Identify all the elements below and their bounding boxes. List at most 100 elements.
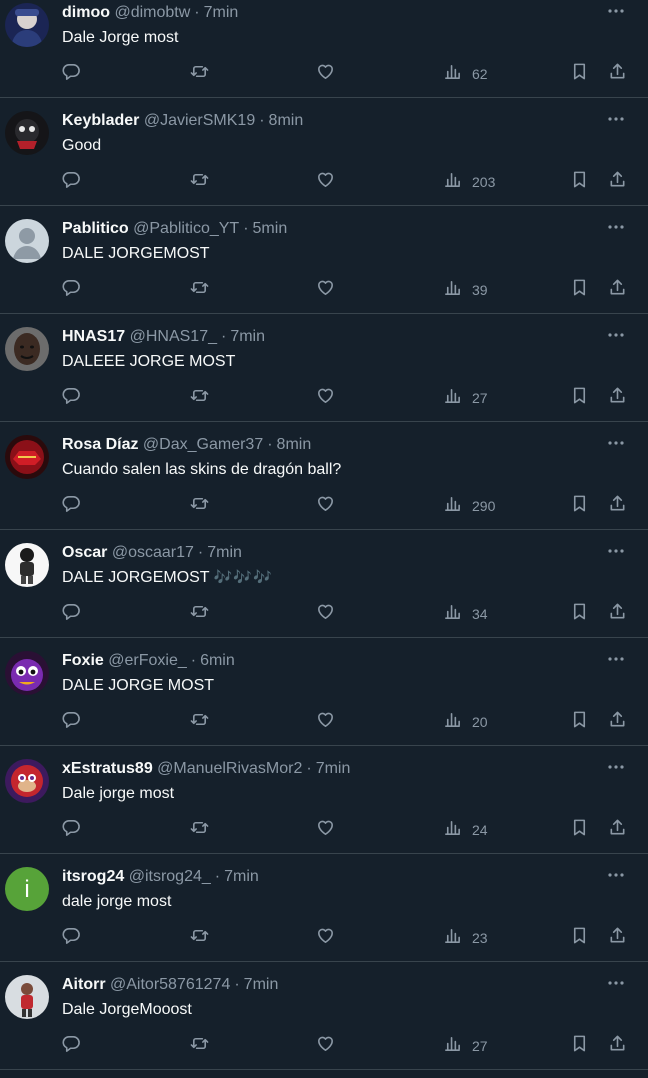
more-options-button[interactable]: [606, 867, 626, 887]
retweet-button[interactable]: [190, 820, 209, 840]
avatar[interactable]: [5, 651, 49, 695]
share-button[interactable]: [608, 603, 627, 624]
retweet-button[interactable]: [190, 712, 209, 732]
bookmark-button[interactable]: [570, 63, 589, 84]
user-handle[interactable]: @Pablitico_YT: [133, 220, 239, 237]
avatar[interactable]: [5, 543, 49, 587]
timestamp[interactable]: 6min: [200, 652, 235, 669]
like-button[interactable]: [316, 496, 335, 516]
tweet[interactable]: i itsrog24 @itsrog24_ · 7min dale jorge most…: [0, 854, 648, 962]
retweet-button[interactable]: [190, 496, 209, 516]
timestamp[interactable]: 5min: [253, 220, 288, 237]
display-name[interactable]: Aitorr: [62, 976, 106, 993]
timestamp[interactable]: 7min: [207, 544, 242, 561]
timestamp[interactable]: 7min: [224, 868, 259, 885]
more-options-button[interactable]: [606, 327, 626, 347]
avatar[interactable]: [5, 327, 49, 371]
more-options-button[interactable]: [606, 111, 626, 131]
display-name[interactable]: Pablitico: [62, 220, 129, 237]
retweet-button[interactable]: [190, 604, 209, 624]
reply-button[interactable]: [62, 280, 81, 300]
bookmark-button[interactable]: [570, 1035, 589, 1056]
user-handle[interactable]: @HNAS17_: [130, 328, 217, 345]
retweet-button[interactable]: [190, 280, 209, 300]
like-button[interactable]: [316, 1036, 335, 1056]
share-button[interactable]: [608, 819, 627, 840]
tweet[interactable]: Pablitico @Pablitico_YT · 5min DALE JORGEMO…: [0, 206, 648, 314]
bookmark-button[interactable]: [570, 171, 589, 192]
retweet-button[interactable]: [190, 64, 209, 84]
timestamp[interactable]: 8min: [277, 436, 312, 453]
views-button[interactable]: 20: [443, 712, 488, 732]
bookmark-button[interactable]: [570, 279, 589, 300]
timestamp[interactable]: 8min: [269, 112, 304, 129]
views-button[interactable]: 203: [443, 172, 495, 192]
more-options-button[interactable]: [606, 435, 626, 455]
timestamp[interactable]: 7min: [204, 4, 239, 21]
user-handle[interactable]: @erFoxie_: [108, 652, 187, 669]
share-button[interactable]: [608, 387, 627, 408]
display-name[interactable]: itsrog24: [62, 868, 124, 885]
reply-button[interactable]: [62, 496, 81, 516]
retweet-button[interactable]: [190, 928, 209, 948]
retweet-button[interactable]: [190, 1036, 209, 1056]
more-options-button[interactable]: [606, 543, 626, 563]
bookmark-button[interactable]: [570, 387, 589, 408]
avatar[interactable]: [5, 759, 49, 803]
reply-button[interactable]: [62, 172, 81, 192]
tweet[interactable]: Keyblader @JavierSMK19 · 8min Good 203: [0, 98, 648, 206]
user-handle[interactable]: @Dax_Gamer37: [143, 436, 263, 453]
bookmark-button[interactable]: [570, 603, 589, 624]
views-button[interactable]: 62: [443, 64, 488, 84]
reply-button[interactable]: [62, 1036, 81, 1056]
reply-button[interactable]: [62, 712, 81, 732]
display-name[interactable]: Rosa Díaz: [62, 436, 138, 453]
like-button[interactable]: [316, 820, 335, 840]
user-handle[interactable]: @dimobtw: [114, 4, 190, 21]
share-button[interactable]: [608, 63, 627, 84]
reply-button[interactable]: [62, 820, 81, 840]
more-options-button[interactable]: [606, 3, 626, 23]
views-button[interactable]: 27: [443, 1036, 488, 1056]
like-button[interactable]: [316, 604, 335, 624]
reply-button[interactable]: [62, 388, 81, 408]
views-button[interactable]: 23: [443, 928, 488, 948]
display-name[interactable]: Keyblader: [62, 112, 139, 129]
display-name[interactable]: Foxie: [62, 652, 104, 669]
avatar[interactable]: [5, 435, 49, 479]
share-button[interactable]: [608, 927, 627, 948]
more-options-button[interactable]: [606, 651, 626, 671]
timestamp[interactable]: 7min: [230, 328, 265, 345]
like-button[interactable]: [316, 64, 335, 84]
tweet[interactable]: Foxie @erFoxie_ · 6min DALE JORGE MOST 20: [0, 638, 648, 746]
reply-button[interactable]: [62, 604, 81, 624]
more-options-button[interactable]: [606, 759, 626, 779]
retweet-button[interactable]: [190, 172, 209, 192]
user-handle[interactable]: @ManuelRivasMor2: [157, 760, 302, 777]
views-button[interactable]: 39: [443, 280, 488, 300]
share-button[interactable]: [608, 279, 627, 300]
bookmark-button[interactable]: [570, 927, 589, 948]
display-name[interactable]: dimoo: [62, 4, 110, 21]
like-button[interactable]: [316, 172, 335, 192]
timestamp[interactable]: 7min: [244, 976, 279, 993]
more-options-button[interactable]: [606, 219, 626, 239]
share-button[interactable]: [608, 495, 627, 516]
bookmark-button[interactable]: [570, 819, 589, 840]
avatar[interactable]: [5, 219, 49, 263]
tweet[interactable]: xEstratus89 @ManuelRivasMor2 · 7min Dale jo…: [0, 746, 648, 854]
user-handle[interactable]: @Aitor58761274: [110, 976, 230, 993]
user-handle[interactable]: @JavierSMK19: [144, 112, 255, 129]
user-handle[interactable]: @itsrog24_: [129, 868, 211, 885]
display-name[interactable]: Oscar: [62, 544, 107, 561]
avatar[interactable]: [5, 975, 49, 1019]
bookmark-button[interactable]: [570, 495, 589, 516]
views-button[interactable]: 34: [443, 604, 488, 624]
like-button[interactable]: [316, 388, 335, 408]
avatar[interactable]: i: [5, 867, 49, 911]
views-button[interactable]: 290: [443, 496, 495, 516]
avatar[interactable]: [5, 111, 49, 155]
like-button[interactable]: [316, 928, 335, 948]
views-button[interactable]: 27: [443, 388, 488, 408]
tweet[interactable]: Rosa Díaz @Dax_Gamer37 · 8min Cuando salen …: [0, 422, 648, 530]
